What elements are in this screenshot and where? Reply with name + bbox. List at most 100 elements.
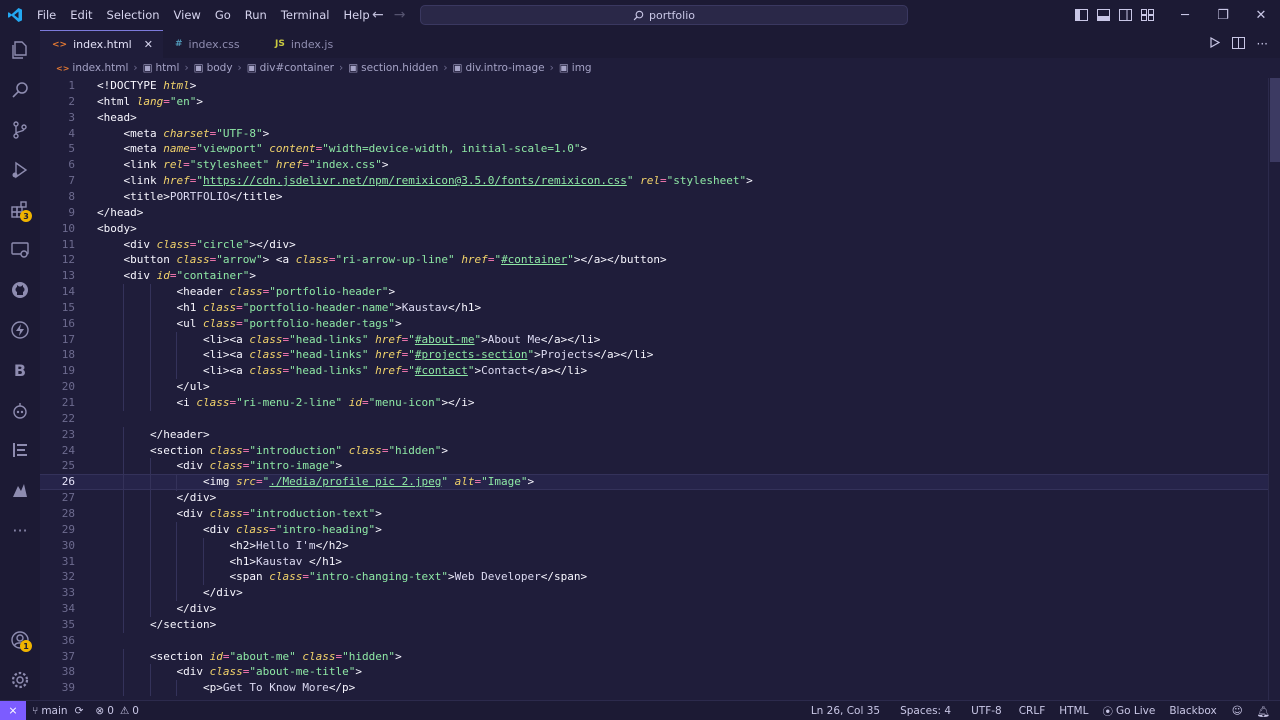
code-editor[interactable]: 1 <!DOCTYPE html> 2 <html lang="en"> 3 <head>… xyxy=(40,78,1268,700)
search-view-icon[interactable] xyxy=(0,70,40,110)
menu-file[interactable]: File xyxy=(30,0,63,30)
code-line[interactable]: 18 <li><a class="head-links" href="#proj… xyxy=(40,347,1268,364)
code-line[interactable]: 27 </div> xyxy=(40,490,1268,507)
code-line[interactable]: 34 </div> xyxy=(40,601,1268,618)
restore-button[interactable]: ❐ xyxy=(1204,8,1242,23)
notifications-bell-icon[interactable]: 🔔︎ xyxy=(1251,705,1280,718)
run-play-icon[interactable] xyxy=(1209,36,1220,51)
source-control-icon[interactable] xyxy=(0,110,40,150)
split-editor-icon[interactable] xyxy=(1231,36,1245,52)
minimize-button[interactable]: ─ xyxy=(1166,8,1204,23)
code-line[interactable]: 9 </head> xyxy=(40,205,1268,221)
customize-layout-icon[interactable] xyxy=(1136,9,1158,21)
code-line[interactable]: 10 <body> xyxy=(40,221,1268,237)
settings-gear-icon[interactable] xyxy=(0,660,40,700)
breadcrumb-body[interactable]: ▣ body xyxy=(194,62,233,74)
tab-index-css[interactable]: # index.css xyxy=(163,30,263,58)
code-line[interactable]: 32 <span class="intro-changing-text">Web… xyxy=(40,569,1268,586)
cursor-position[interactable]: Ln 26, Col 35 xyxy=(801,705,890,717)
extensions-icon[interactable]: 3 xyxy=(0,190,40,230)
code-line[interactable]: 13 <div id="container"> xyxy=(40,268,1268,284)
scrollbar-thumb[interactable] xyxy=(1270,78,1280,162)
tab-index-js[interactable]: JS index.js xyxy=(263,30,359,58)
code-line[interactable]: 21 <i class="ri-menu-2-line" id="menu-ic… xyxy=(40,395,1268,411)
code-line[interactable]: 33 </div> xyxy=(40,585,1268,602)
code-line[interactable]: 38 <div class="about-me-title"> xyxy=(40,664,1268,681)
branch-indicator[interactable]: ⑂ main ⟳ xyxy=(26,705,89,717)
code-line[interactable]: 12 <button class="arrow"> <a class="ri-a… xyxy=(40,252,1268,268)
toggle-primary-sidebar-icon[interactable] xyxy=(1070,9,1092,21)
close-window-button[interactable]: ✕ xyxy=(1242,8,1280,23)
back-arrow-icon[interactable]: ← xyxy=(372,7,384,23)
breadcrumb-img[interactable]: ▣ img xyxy=(559,62,592,74)
feedback-icon[interactable]: ☺ xyxy=(1224,705,1251,717)
encoding[interactable]: UTF-8 xyxy=(961,705,1012,717)
menu-edit[interactable]: Edit xyxy=(63,0,99,30)
blackbox-status[interactable]: Blackbox xyxy=(1162,705,1223,717)
code-line[interactable]: 6 <link rel="stylesheet" href="index.css… xyxy=(40,157,1268,173)
code-line[interactable]: 16 <ul class="portfolio-header-tags"> xyxy=(40,315,1268,332)
code-line[interactable]: 4 <meta charset="UTF-8"> xyxy=(40,126,1268,142)
outline-list-icon[interactable] xyxy=(0,430,40,470)
code-line[interactable]: 3 <head> xyxy=(40,110,1268,126)
code-line[interactable]: 31 <h1>Kaustav </h1> xyxy=(40,553,1268,570)
menu-terminal[interactable]: Terminal xyxy=(274,0,337,30)
bot-icon[interactable] xyxy=(0,390,40,430)
menu-selection[interactable]: Selection xyxy=(100,0,167,30)
code-line[interactable]: 26 <img src= "./Media/profile pic 2.jpeg "… xyxy=(40,474,1268,492)
indentation[interactable]: Spaces: 4 xyxy=(890,705,961,717)
menu-go[interactable]: Go xyxy=(208,0,238,30)
code-line[interactable]: 39 <p>Get To Know More</p> xyxy=(40,680,1268,697)
code-line[interactable]: 35 </section> xyxy=(40,616,1268,633)
code-line[interactable]: 36 xyxy=(40,633,1268,649)
menu-run[interactable]: Run xyxy=(238,0,274,30)
code-line[interactable]: 24 <section class="introduction" class="… xyxy=(40,442,1268,459)
explorer-icon[interactable] xyxy=(0,30,40,70)
editor-scrollbar[interactable] xyxy=(1268,78,1280,700)
run-and-debug-icon[interactable] xyxy=(0,150,40,190)
command-center-search[interactable]: portfolio xyxy=(420,5,908,25)
code-line[interactable]: 1 <!DOCTYPE html> xyxy=(40,78,1268,94)
language-mode[interactable]: HTML xyxy=(1052,705,1095,717)
code-line[interactable]: 25 <div class="intro-image"> xyxy=(40,458,1268,475)
github-icon[interactable] xyxy=(0,270,40,310)
accounts-icon[interactable]: 1 xyxy=(0,620,40,660)
deploy-icon[interactable] xyxy=(0,470,40,510)
breadcrumb-intro-image[interactable]: ▣ div.intro-image xyxy=(453,62,545,74)
close-tab-icon[interactable]: ✕ xyxy=(144,38,153,51)
code-line[interactable]: 17 <li><a class="head-links" href="#abou… xyxy=(40,331,1268,348)
menu-view[interactable]: View xyxy=(167,0,208,30)
breadcrumb-file[interactable]: <> index.html xyxy=(56,62,128,74)
breadcrumb-section[interactable]: ▣ section.hidden xyxy=(348,62,438,74)
code-line[interactable]: 30 <h2>Hello I'm</h2> xyxy=(40,537,1268,554)
forward-arrow-icon[interactable]: → xyxy=(394,7,406,23)
menu-help[interactable]: Help xyxy=(336,0,376,30)
code-line[interactable]: 8 <title>PORTFOLIO</title> xyxy=(40,189,1268,205)
code-line[interactable]: 2 <html lang="en"> xyxy=(40,94,1268,110)
toggle-secondary-sidebar-icon[interactable] xyxy=(1114,9,1136,21)
code-line[interactable]: 29 <div class="intro-heading"> xyxy=(40,521,1268,538)
lightning-icon[interactable] xyxy=(0,310,40,350)
code-line[interactable]: 20 </ul> xyxy=(40,379,1268,396)
go-live-button[interactable]: ⦿ Go Live xyxy=(1095,704,1162,719)
blackbox-b-icon[interactable]: B xyxy=(0,350,40,390)
tab-index-html[interactable]: <> index.html ✕ xyxy=(40,30,163,58)
toggle-panel-icon[interactable] xyxy=(1092,9,1114,21)
code-line[interactable]: 22 xyxy=(40,411,1268,427)
code-line[interactable]: 28 <div class="introduction-text"> xyxy=(40,505,1268,522)
remote-explorer-icon[interactable] xyxy=(0,230,40,270)
code-line[interactable]: 7 <link href = "https://cdn.jsdelivr.net/n… xyxy=(40,173,1268,189)
remote-indicator-icon[interactable]: ⨯ xyxy=(0,700,26,720)
breadcrumb-container[interactable]: ▣ div#container xyxy=(247,62,334,74)
more-views-icon[interactable]: ··· xyxy=(0,510,40,550)
code-line[interactable]: 15 <h1 class="portfolio-header-name">Kau… xyxy=(40,299,1268,316)
code-line[interactable]: 23 </header> xyxy=(40,426,1268,443)
code-line[interactable]: 14 <header class="portfolio-header"> xyxy=(40,284,1268,301)
more-actions-icon[interactable]: ··· xyxy=(1257,37,1268,51)
problems-indicator[interactable]: ⊗ 0 ⚠ 0 xyxy=(89,705,145,717)
code-line[interactable]: 37 <section id="about-me" class="hidden"… xyxy=(40,648,1268,665)
code-line[interactable]: 5 <meta name="viewport" content="width=d… xyxy=(40,141,1268,157)
code-line[interactable]: 11 <div class="circle"></div> xyxy=(40,237,1268,253)
end-of-line[interactable]: CRLF xyxy=(1012,705,1053,717)
code-line[interactable]: 19 <li><a class="head-links" href="#cont… xyxy=(40,363,1268,380)
